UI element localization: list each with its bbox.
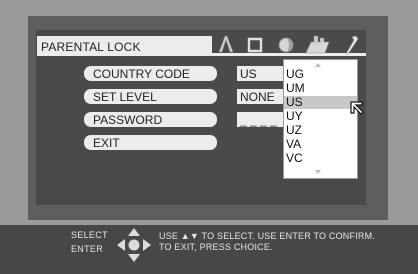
setup-icon[interactable] (343, 35, 359, 55)
audio-icon[interactable] (217, 35, 235, 53)
features-icon[interactable] (305, 34, 331, 54)
dropdown-item-us[interactable]: US (284, 96, 357, 109)
country-code-dropdown[interactable]: UG UM US UY UZ VA VC (283, 59, 358, 179)
help-line-2: TO EXIT, PRESS CHOICE. (159, 242, 273, 252)
help-line-1: USE ▲▼ TO SELECT. USE ENTER TO CONFIRM. (159, 231, 375, 241)
set-level-value[interactable]: NONE (237, 89, 283, 104)
country-code-row[interactable]: COUNTRY CODE (84, 66, 217, 81)
scroll-up-icon[interactable] (315, 63, 321, 67)
dropdown-item-um[interactable]: UM (284, 82, 357, 95)
dropdown-item-vc[interactable]: VC (284, 152, 357, 165)
dropdown-item-uz[interactable]: UZ (284, 124, 357, 137)
password-value[interactable]: _ _ _ _ (237, 112, 283, 127)
dropdown-item-uy[interactable]: UY (284, 110, 357, 123)
password-row[interactable]: PASSWORD (84, 112, 217, 127)
pointer-cursor-icon (350, 101, 364, 115)
set-level-row[interactable]: SET LEVEL (84, 89, 217, 104)
country-code-value[interactable]: US (237, 66, 283, 81)
display-icon[interactable] (247, 37, 263, 53)
select-label: SELECT (71, 230, 108, 240)
scroll-down-icon[interactable] (315, 170, 321, 174)
exit-row[interactable]: EXIT (84, 135, 217, 150)
enter-label: ENTER (71, 244, 104, 254)
help-footer: SELECT ENTER USE ▲▼ TO SELECT. USE ENTER… (0, 225, 418, 274)
language-icon[interactable] (277, 36, 295, 54)
dropdown-item-va[interactable]: VA (284, 138, 357, 151)
menu-title: PARENTAL LOCK (37, 36, 212, 56)
dropdown-item-ug[interactable]: UG (284, 68, 357, 81)
dpad-icon (117, 228, 151, 262)
menu-icon-bar (210, 33, 366, 55)
